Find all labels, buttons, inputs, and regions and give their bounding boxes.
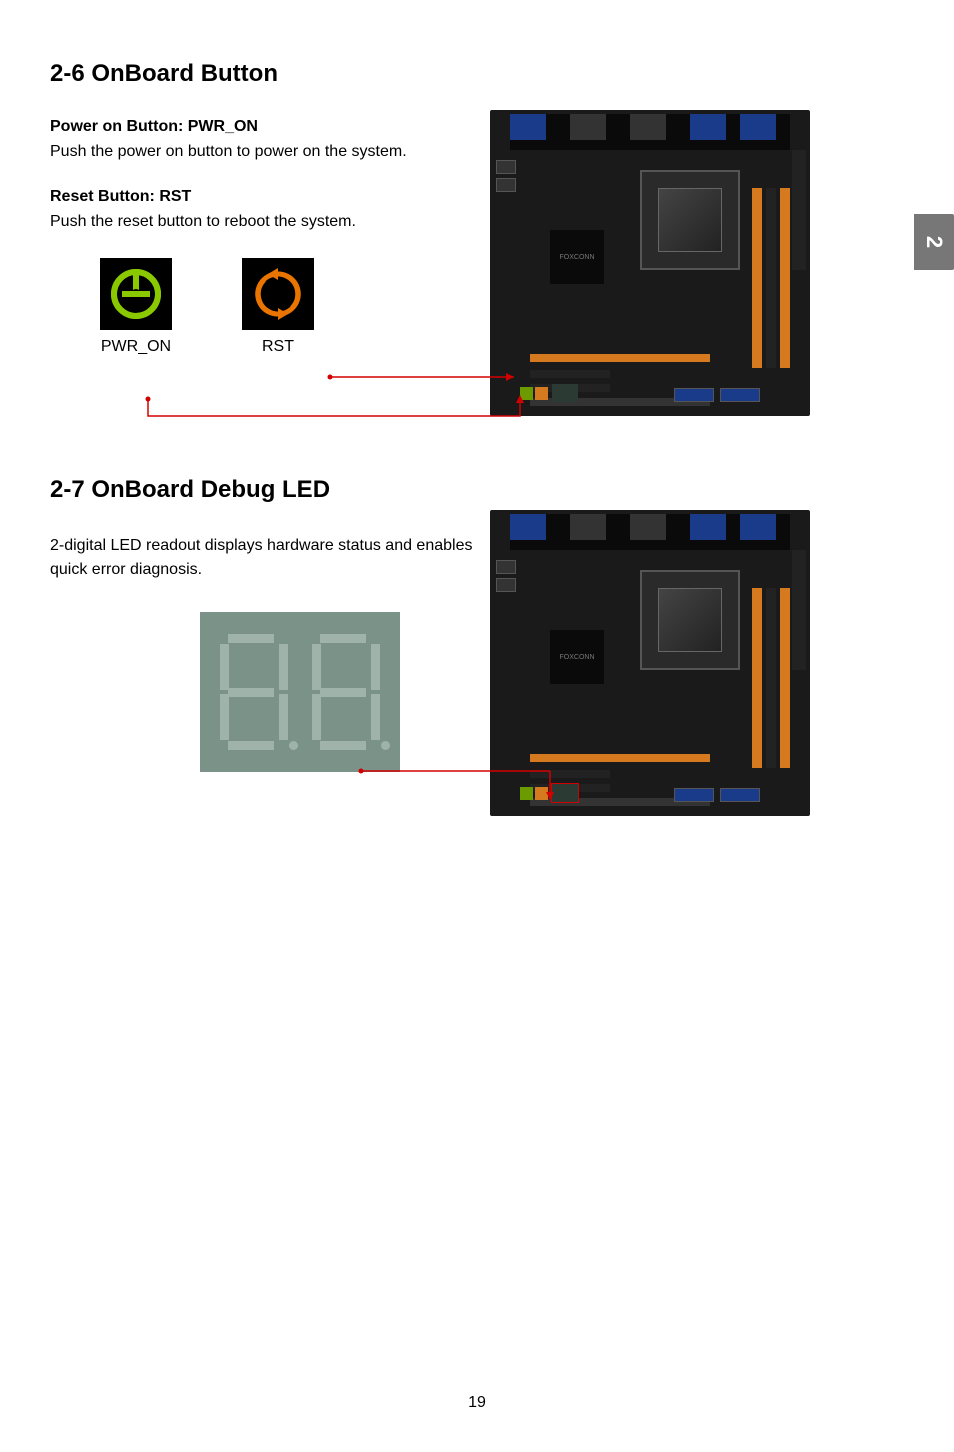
power-on-label: PWR_ON: [101, 338, 171, 356]
power-on-button-figure: PWR_ON: [100, 258, 172, 356]
motherboard-image-2: FOXCONN: [490, 510, 810, 816]
debug-led-figure: [200, 612, 400, 772]
debug-led-description: 2-digital LED readout displays hardware …: [50, 534, 480, 582]
motherboard-image-1: FOXCONN: [490, 110, 810, 416]
power-on-icon: [100, 258, 172, 330]
led-digit-1: [218, 632, 290, 752]
chapter-tab-label: 2: [921, 236, 947, 248]
page-number: 19: [0, 1394, 954, 1412]
text-column: Power on Button: PWR_ON Push the power o…: [50, 118, 480, 234]
led-digit-2: [310, 632, 382, 752]
section-heading: 2-7 OnBoard Debug LED: [50, 476, 904, 504]
section-heading: 2-6 OnBoard Button: [50, 60, 904, 88]
reset-icon: [242, 258, 314, 330]
power-on-description: Push the power on button to power on the…: [50, 140, 480, 164]
reset-button-figure: RST: [242, 258, 314, 356]
chapter-tab: 2: [914, 214, 954, 270]
reset-description: Push the reset button to reboot the syst…: [50, 210, 480, 234]
reset-label: RST: [262, 338, 294, 356]
power-on-subheading: Power on Button: PWR_ON: [50, 118, 480, 136]
reset-subheading: Reset Button: RST: [50, 188, 480, 206]
